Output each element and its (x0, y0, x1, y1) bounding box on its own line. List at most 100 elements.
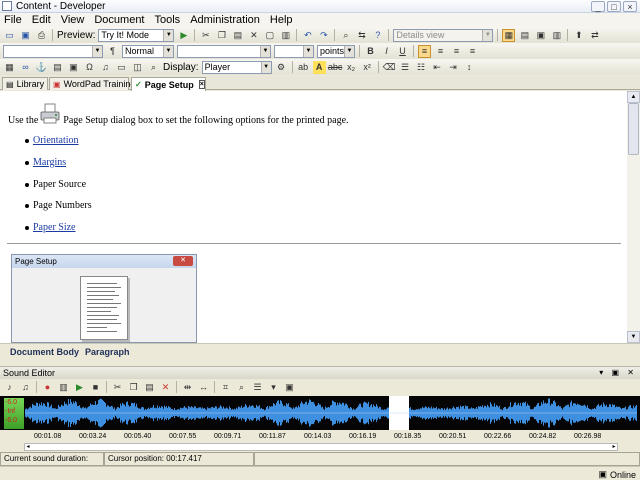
tab-wordpad-training[interactable]: ▣ WordPad Training (49, 77, 135, 90)
display-select[interactable]: Player ▼ (201, 60, 272, 74)
import-sound-icon[interactable]: ♪ (3, 381, 16, 394)
stop-icon[interactable]: ■ (89, 381, 102, 394)
symbol-icon[interactable]: Ω (83, 61, 96, 74)
eraser-icon[interactable]: ⌫ (383, 61, 396, 74)
media-icon[interactable]: ♫ (99, 61, 112, 74)
field-icon[interactable]: ▭ (115, 61, 128, 74)
image-icon[interactable]: ▣ (67, 61, 80, 74)
align-right-icon[interactable]: ≡ (450, 45, 463, 58)
scroll-left-icon[interactable]: ◂ (25, 443, 31, 451)
undo-icon[interactable]: ↶ (301, 29, 314, 42)
waveform-scrollbar[interactable]: ◂ ▸ (24, 443, 618, 451)
breadcrumb-document-body[interactable]: Document Body (10, 347, 79, 357)
anchor-icon[interactable]: ⚓ (35, 61, 48, 74)
layout-view-icon[interactable]: ▦ (502, 28, 516, 42)
indent-decrease-icon[interactable]: ⇤ (431, 61, 444, 74)
record-settings-icon[interactable]: ♫ (19, 381, 32, 394)
menu-document[interactable]: Document (90, 13, 150, 27)
font-select[interactable]: ▼ (177, 44, 271, 58)
strikethrough-icon[interactable]: abc (328, 61, 343, 74)
properties-icon[interactable]: ▣ (283, 381, 296, 394)
paper-size-link[interactable]: Paper Size (33, 222, 76, 233)
redo-icon[interactable]: ↷ (317, 29, 330, 42)
margins-link[interactable]: Margins (33, 157, 66, 168)
zoom-icon[interactable]: ⌕ (147, 61, 160, 74)
copy-icon[interactable]: ❐ (215, 29, 228, 42)
tab-library[interactable]: ▤ Library (2, 77, 48, 90)
view-mode-select[interactable]: Details view ▼ (393, 28, 494, 42)
volume-icon[interactable]: ☰ (251, 381, 264, 394)
scroll-right-icon[interactable]: ▸ (611, 443, 617, 451)
menu-view[interactable]: View (57, 13, 91, 27)
document-editor[interactable]: Use the Page Setup dialog box to set the … (0, 91, 627, 343)
clipboard-icon[interactable]: ▥ (279, 29, 292, 42)
panel-icon[interactable]: ▥ (550, 29, 563, 42)
cut-icon[interactable]: ✂ (199, 29, 212, 42)
new-icon[interactable]: ▭ (3, 29, 16, 42)
publish-icon[interactable]: ⬆ (572, 29, 585, 42)
select-all-icon[interactable]: ▢ (263, 29, 276, 42)
scroll-down-icon[interactable]: ▼ (627, 331, 640, 343)
tab-page-setup[interactable]: ✓ Page Setup × (131, 77, 206, 91)
print-icon[interactable]: ⎙ (35, 29, 48, 42)
menu-administration[interactable]: Administration (186, 13, 266, 27)
subscript-icon[interactable]: x₂ (345, 61, 358, 74)
table-icon[interactable]: ▦ (3, 61, 16, 74)
font-family-select[interactable]: ▼ (3, 44, 103, 58)
menu-edit[interactable]: Edit (28, 13, 57, 27)
paragraph-style-select[interactable]: Normal ▼ (122, 44, 174, 58)
object-icon[interactable]: ◫ (131, 61, 144, 74)
minimize-button[interactable]: _ (591, 0, 605, 12)
preview-pane-icon[interactable]: ▣ (534, 29, 547, 42)
replace-icon[interactable]: ⇆ (355, 29, 368, 42)
split-view-icon[interactable]: ▤ (518, 29, 531, 42)
play-icon[interactable]: ▶ (73, 381, 86, 394)
close-tab-icon[interactable]: × (198, 80, 205, 89)
record-icon[interactable]: ● (41, 381, 54, 394)
superscript-icon[interactable]: x² (361, 61, 374, 74)
run-preview-icon[interactable]: ▶ (177, 29, 190, 42)
scroll-thumb[interactable] (628, 103, 639, 155)
paste-sound-icon[interactable]: ▤ (143, 381, 156, 394)
maximize-button[interactable]: □ (607, 0, 621, 12)
size-unit-select[interactable]: points ▼ (317, 44, 355, 58)
italic-button[interactable]: I (380, 45, 393, 58)
options-dropdown-icon[interactable]: ▾ (267, 381, 280, 394)
split-icon[interactable]: ↔ (197, 381, 210, 394)
delete-icon[interactable]: ✕ (247, 29, 260, 42)
menu-tools[interactable]: Tools (151, 13, 187, 27)
scroll-up-icon[interactable]: ▲ (627, 91, 640, 103)
align-justify-icon[interactable]: ≡ (466, 45, 479, 58)
save-icon[interactable]: ▣ (19, 29, 32, 42)
grid-icon[interactable]: ▤ (51, 61, 64, 74)
font-size-select[interactable]: ▼ (274, 44, 314, 58)
copy-sound-icon[interactable]: ❐ (127, 381, 140, 394)
sync-icon[interactable]: ⇄ (588, 29, 601, 42)
link-icon[interactable]: ∞ (19, 61, 32, 74)
bullet-list-icon[interactable]: ☰ (399, 61, 412, 74)
breadcrumb-paragraph[interactable]: Paragraph (85, 347, 130, 357)
delete-sound-icon[interactable]: ✕ (159, 381, 172, 394)
numbered-list-icon[interactable]: ☷ (415, 61, 428, 74)
orientation-link[interactable]: Orientation (33, 135, 79, 146)
mixer-icon[interactable]: ▥ (57, 381, 70, 394)
help-icon[interactable]: ? (371, 29, 384, 42)
bold-button[interactable]: B (364, 45, 377, 58)
spacing-icon[interactable]: ↕ (463, 61, 476, 74)
menu-help[interactable]: Help (266, 13, 299, 27)
styles-icon[interactable]: ¶ (106, 45, 119, 58)
display-settings-icon[interactable]: ⚙ (275, 61, 288, 74)
preview-mode-select[interactable]: Try It! Mode ▼ (98, 28, 175, 42)
waveform[interactable] (25, 396, 637, 430)
cut-sound-icon[interactable]: ✂ (111, 381, 124, 394)
panel-controls[interactable]: ▾ ▣ ✕ (599, 367, 637, 379)
align-left-icon[interactable]: ≡ (418, 44, 431, 58)
font-color-icon[interactable]: ab (297, 61, 310, 74)
underline-button[interactable]: U (396, 45, 409, 58)
align-center-icon[interactable]: ≡ (434, 45, 447, 58)
close-window-button[interactable]: × (623, 0, 637, 12)
crop-icon[interactable]: ⌗ (219, 381, 232, 394)
zoom-sound-icon[interactable]: ⌕ (235, 381, 248, 394)
trim-icon[interactable]: ⇹ (181, 381, 194, 394)
indent-increase-icon[interactable]: ⇥ (447, 61, 460, 74)
